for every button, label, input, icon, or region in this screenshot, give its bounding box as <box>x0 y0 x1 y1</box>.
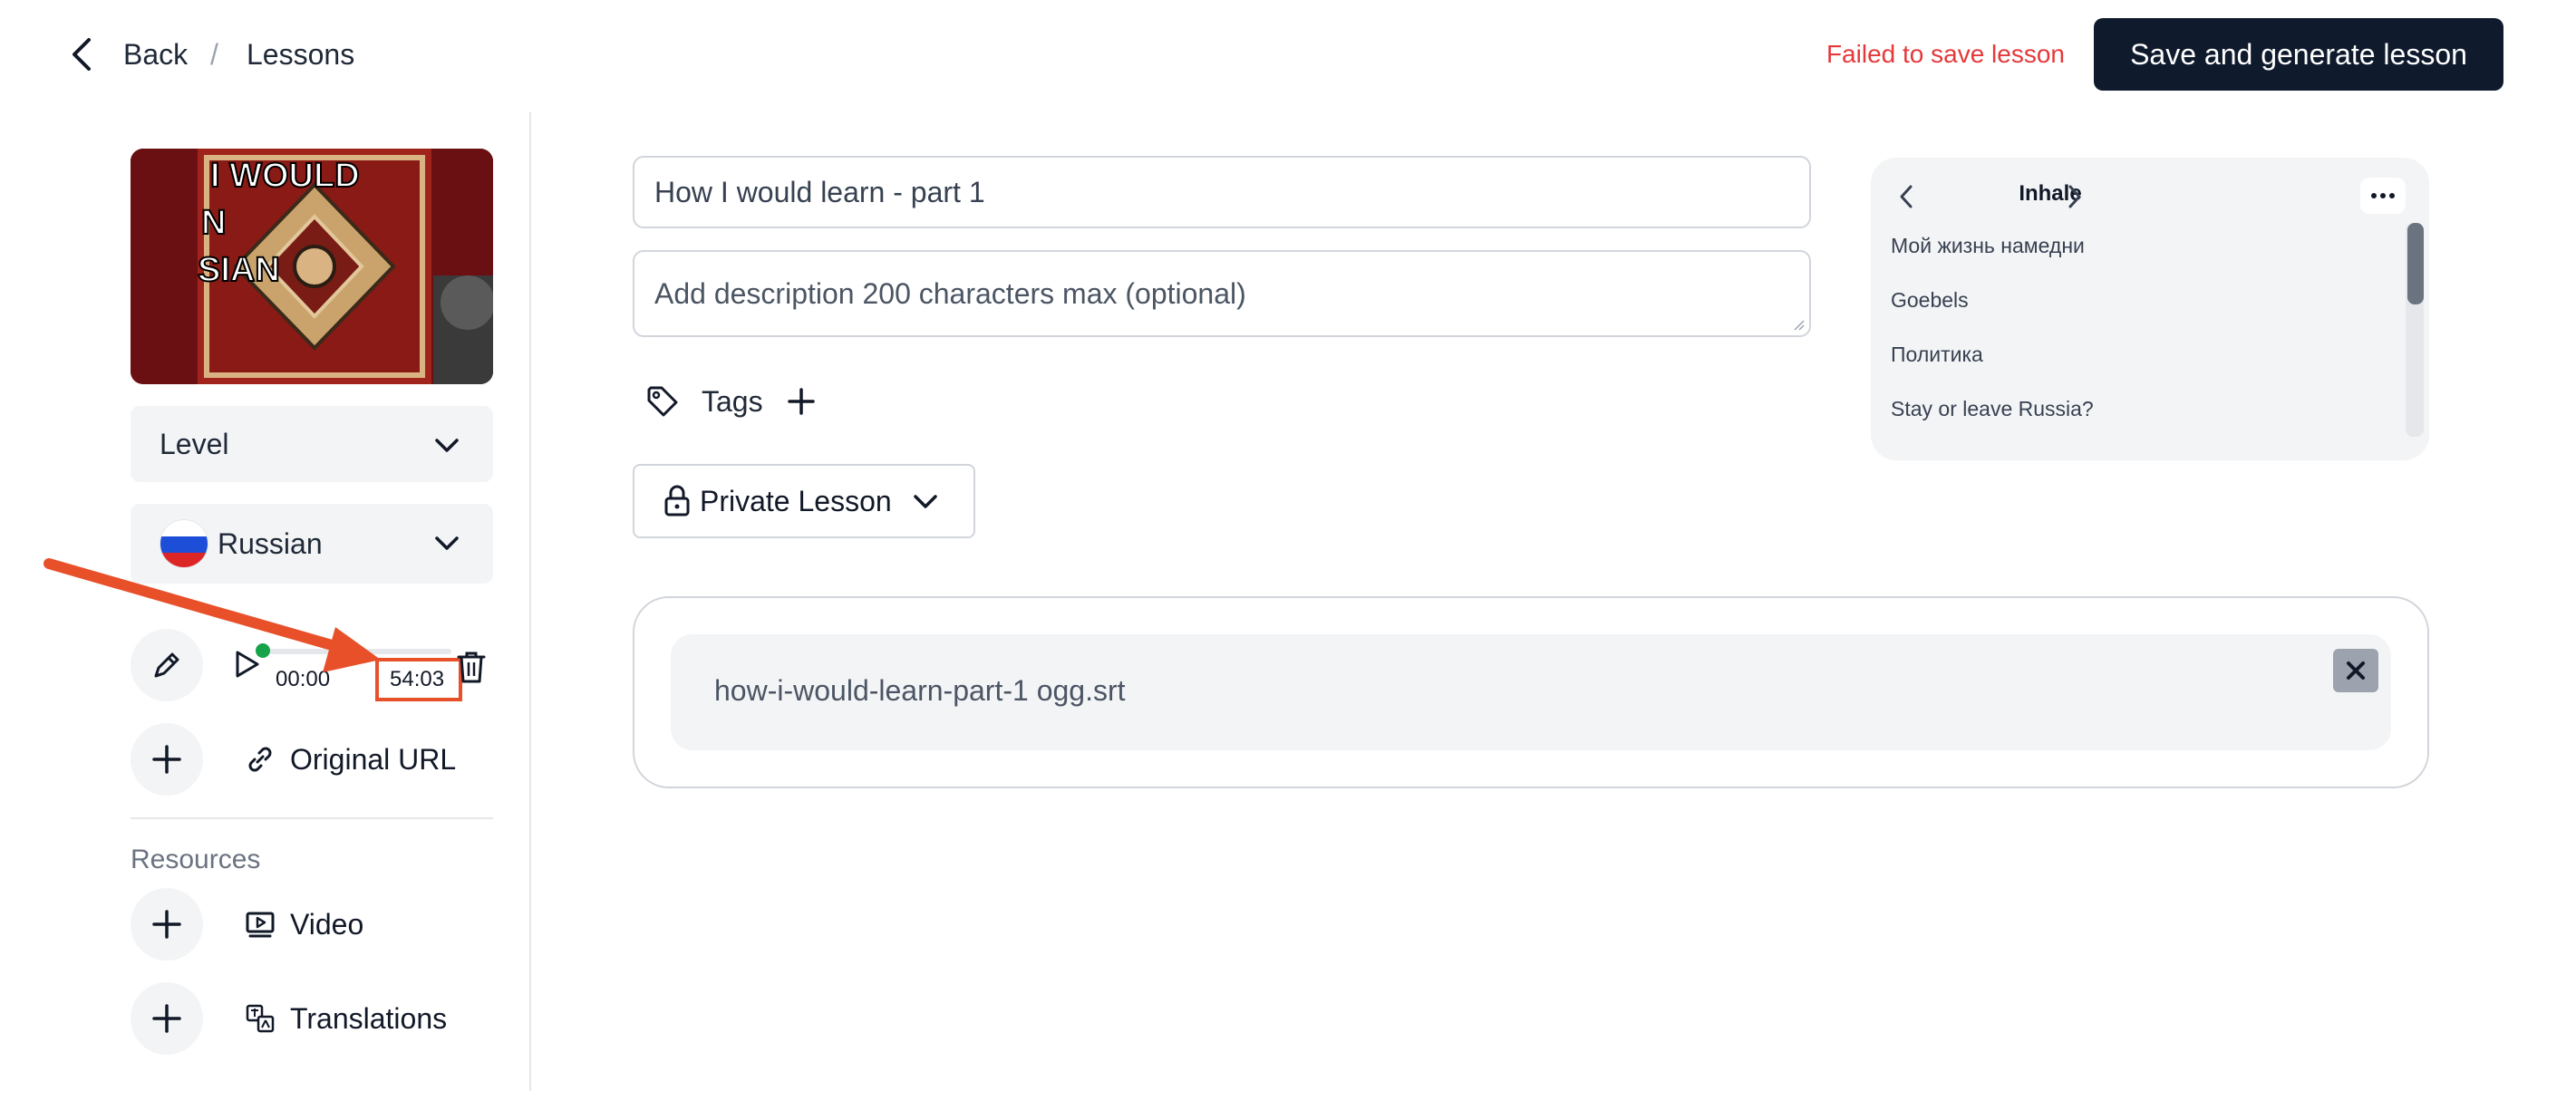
add-tag-plus-icon[interactable] <box>787 387 816 416</box>
duration-highlight-box <box>375 658 462 701</box>
plus-icon <box>152 910 181 939</box>
lesson-thumbnail: I WOULD N SIAN <box>131 149 493 384</box>
lesson-title-input[interactable] <box>633 156 1811 228</box>
collection-item[interactable]: Stay or leave Russia? <box>1891 397 2094 421</box>
language-select-value: Russian <box>218 526 323 560</box>
chevron-left-icon[interactable] <box>1894 183 1918 210</box>
lesson-description-textarea[interactable]: Add description 200 characters max (opti… <box>633 250 1811 337</box>
resource-translations-label: Translations <box>290 1002 448 1035</box>
resize-grip-icon[interactable] <box>1791 317 1806 332</box>
edit-audio-button[interactable] <box>131 629 203 701</box>
russia-flag-icon <box>160 519 208 568</box>
sidebar-divider <box>131 817 493 819</box>
chevron-down-icon <box>913 495 937 508</box>
chevron-down-icon <box>435 536 459 550</box>
sidebar-vertical-divider <box>529 112 531 1091</box>
link-icon <box>248 747 272 772</box>
more-horizontal-icon <box>2371 193 2395 198</box>
resources-heading: Resources <box>131 845 261 874</box>
thumbnail-text-2: N <box>201 204 226 242</box>
breadcrumb-lessons[interactable]: Lessons <box>247 34 354 74</box>
attached-file-name: how-i-would-learn-part-1 ogg.srt <box>714 674 1126 707</box>
resource-video-label: Video <box>290 908 364 941</box>
language-select[interactable]: Russian <box>131 504 493 584</box>
video-icon <box>246 912 275 938</box>
collection-item[interactable]: Goebels <box>1891 288 1969 313</box>
audio-progress-handle[interactable] <box>256 643 270 658</box>
lock-icon <box>664 485 690 517</box>
remove-file-button[interactable] <box>2333 649 2378 692</box>
collection-item[interactable]: Мой жизнь намедни <box>1891 234 2085 258</box>
level-select-value: Level <box>160 427 229 460</box>
description-placeholder: Add description 200 characters max (opti… <box>654 276 1246 310</box>
trash-icon[interactable] <box>455 649 488 685</box>
audio-progress-track[interactable] <box>265 649 451 654</box>
top-bar: Back / Lessons Failed to save lesson Sav… <box>0 0 2576 109</box>
privacy-dropdown[interactable]: Private Lesson <box>633 464 975 538</box>
collection-title: Inhale <box>2019 181 2082 206</box>
resource-video[interactable]: Video <box>245 904 363 944</box>
breadcrumb-separator: / <box>210 38 218 71</box>
add-video-button[interactable] <box>131 888 203 961</box>
thumbnail-text-3: SIAN <box>198 251 280 289</box>
plus-icon <box>152 745 181 774</box>
collection-panel: Inhale Мой жизнь намедни Goebels Политик… <box>1871 158 2429 460</box>
back-link[interactable]: Back <box>123 34 188 74</box>
collection-item[interactable]: Политика <box>1891 343 1983 367</box>
plus-icon <box>152 1004 181 1033</box>
level-select[interactable]: Level <box>131 406 493 482</box>
close-icon <box>2347 661 2365 680</box>
tag-icon <box>647 386 678 417</box>
tags-row: Tags <box>645 379 816 424</box>
privacy-label: Private Lesson <box>700 484 892 517</box>
chevron-down-icon <box>435 439 459 452</box>
add-translations-button[interactable] <box>131 982 203 1055</box>
more-options-button[interactable] <box>2360 178 2406 214</box>
collection-scrollbar-thumb[interactable] <box>2407 223 2424 304</box>
add-original-url-button[interactable] <box>131 723 203 796</box>
original-url-link[interactable]: Original URL <box>245 739 456 779</box>
original-url-label: Original URL <box>290 743 457 776</box>
translate-icon <box>246 1004 275 1033</box>
thumbnail-text-1: I WOULD <box>210 157 360 195</box>
chevron-right-icon[interactable] <box>2063 183 2087 210</box>
resource-translations[interactable]: Translations <box>245 999 447 1038</box>
save-and-generate-button[interactable]: Save and generate lesson <box>2094 18 2503 91</box>
back-chevron-icon[interactable] <box>63 34 100 74</box>
audio-current-time: 00:00 <box>276 667 331 691</box>
pencil-icon <box>154 652 179 678</box>
save-error-message: Failed to save lesson <box>1825 40 2065 68</box>
tags-label: Tags <box>702 384 763 418</box>
